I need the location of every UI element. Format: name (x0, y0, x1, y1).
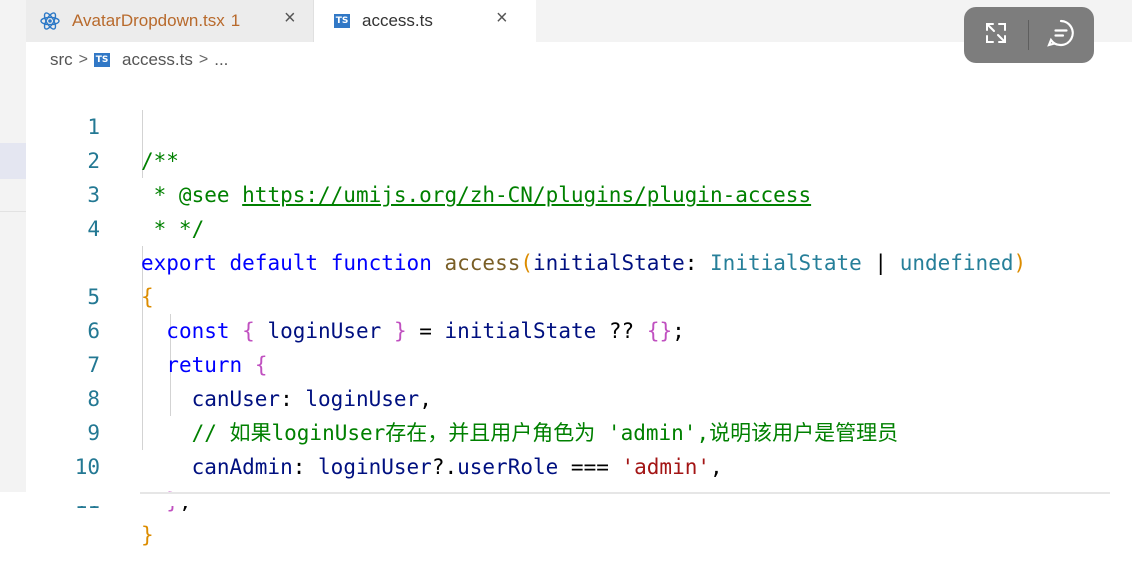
code-line: 2 * @see https://umijs.org/zh-CN/plugins… (26, 110, 1132, 207)
tab-label: access.ts (362, 11, 433, 30)
close-tab-button[interactable]: × (284, 7, 296, 30)
outer-divider (0, 211, 26, 212)
comment-icon (1046, 18, 1076, 53)
problem-count-badge: 1 (230, 11, 241, 30)
chevron-right-icon: > (198, 51, 209, 68)
breadcrumb: src > TS access.ts > ... (50, 48, 228, 72)
code-line: 10 }; (26, 416, 1132, 513)
code-line: 1 /** (26, 76, 1132, 173)
chevron-right-icon: > (78, 51, 89, 68)
typescript-file-icon: TS (334, 14, 350, 28)
code-line: 3 * */ (26, 144, 1132, 241)
breadcrumb-file[interactable]: access.ts (122, 50, 193, 70)
code-line: 4 export default function access(initial… (26, 178, 1132, 275)
code-line: 5 const { loginUser } = initialState ?? … (26, 246, 1132, 343)
breadcrumb-src[interactable]: src (50, 50, 73, 70)
expand-button[interactable] (964, 7, 1028, 63)
comment-button[interactable] (1029, 7, 1093, 63)
bottom-rule (140, 492, 1110, 494)
code-line: 7 canUser: loginUser, (26, 314, 1132, 411)
outer-bottom-border (0, 492, 1132, 506)
expand-icon (983, 20, 1009, 51)
react-icon (40, 11, 60, 31)
floating-toolbar (964, 7, 1094, 63)
close-tab-button[interactable]: × (496, 7, 508, 30)
tab-label: AvatarDropdown.tsx (72, 11, 225, 30)
tab-avatar-dropdown[interactable]: AvatarDropdown.tsx 1 × (26, 0, 314, 42)
tab-access-ts[interactable]: TS access.ts × (314, 0, 536, 42)
code-line: 8 // 如果loginUser存在，并且用户角色为 'admin',说明该用户… (26, 348, 1132, 445)
breadcrumb-more[interactable]: ... (214, 50, 228, 70)
typescript-file-icon: TS (94, 53, 111, 67)
code-line: 6 return { (26, 280, 1132, 377)
code-line: 9 canAdmin: loginUser?.userRole === 'adm… (26, 382, 1132, 479)
code-line: 11 } (26, 450, 1132, 547)
code-editor: AvatarDropdown.tsx 1 × TS access.ts × sr… (26, 0, 1132, 547)
outer-gutter (0, 0, 26, 506)
code-line: { (141, 285, 154, 309)
outer-selection-highlight (0, 143, 26, 179)
